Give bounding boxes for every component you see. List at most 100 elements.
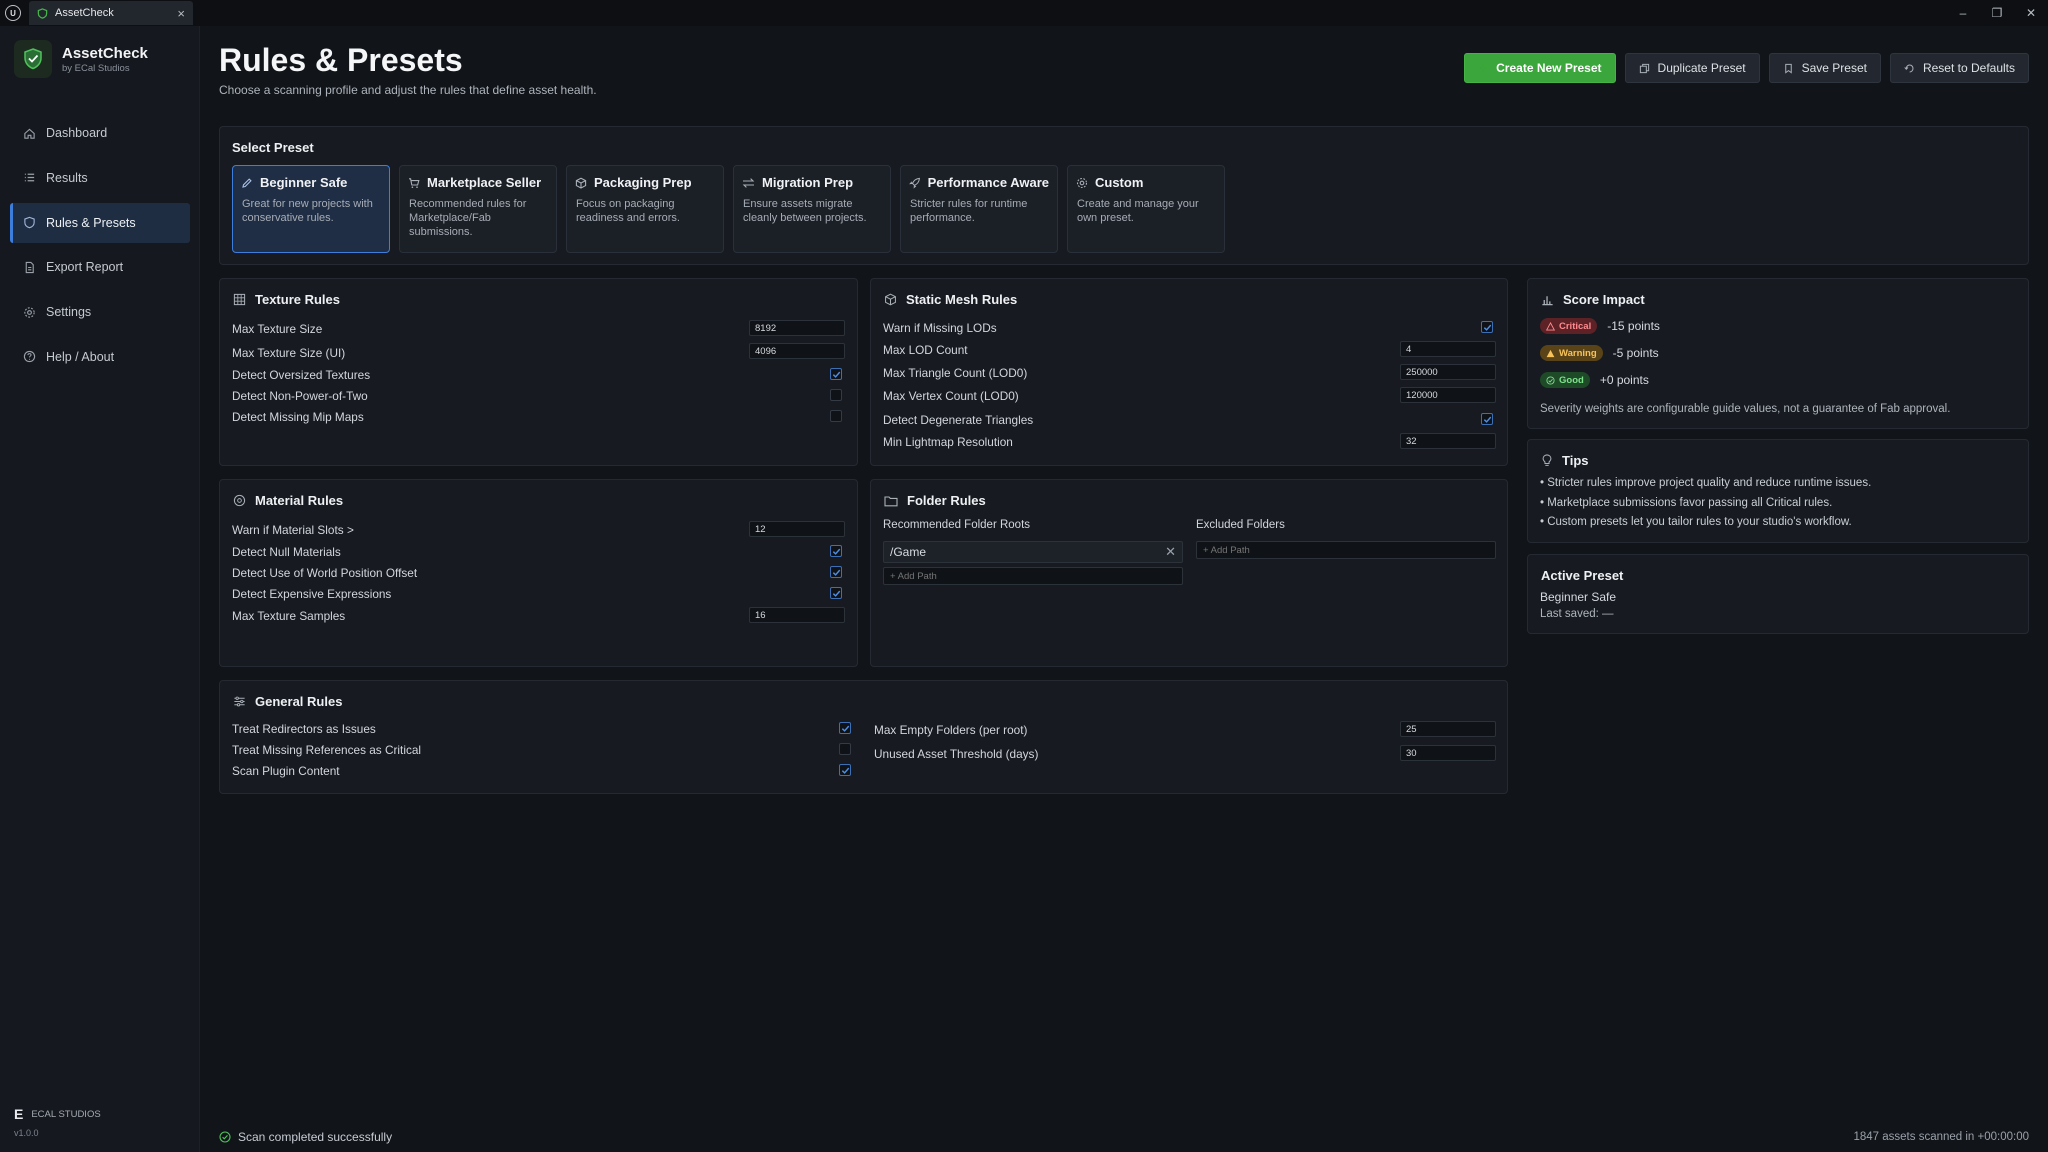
sidebar-footer: E ECAL STUDIOS v1.0.0 (14, 1106, 101, 1138)
sidebar-item-label: Rules & Presets (46, 215, 136, 230)
remove-path-icon[interactable]: ✕ (1165, 544, 1176, 560)
warn-material-slots-label: Warn if Material Slots > (232, 523, 354, 537)
sidebar-item-help-about[interactable]: Help / About (10, 337, 190, 377)
page-subtitle: Choose a scanning profile and adjust the… (219, 83, 597, 97)
tip-item: • Custom presets let you tailor rules to… (1540, 516, 1852, 528)
maximize-icon[interactable]: ❐ (1980, 0, 2014, 26)
max-lod-count-input[interactable] (1400, 341, 1496, 357)
sidebar-item-export-report[interactable]: Export Report (10, 247, 190, 287)
app-byline: by ECal Studios (62, 62, 130, 74)
save-preset-button[interactable]: Save Preset (1768, 53, 1881, 83)
max-vertex-count-label: Max Vertex Count (LOD0) (883, 389, 1019, 403)
texture-rules-title: Texture Rules (255, 292, 341, 307)
unused-asset-threshold-input[interactable] (1400, 745, 1496, 761)
score-row-critical: Critical -15 points (1540, 318, 1660, 334)
warn-material-slots-input[interactable] (749, 521, 845, 537)
checkmark-icon (841, 725, 849, 732)
create-new-preset-button[interactable]: Create New Preset (1464, 53, 1616, 83)
recommended-roots-label: Recommended Folder Roots (883, 519, 1031, 531)
general-rules-title: General Rules (255, 694, 343, 709)
lightbulb-icon (1542, 454, 1552, 466)
warn-missing-lods-checkbox[interactable] (1481, 321, 1493, 333)
preset-name: Performance Aware (927, 175, 1049, 190)
critical-badge: Critical (1540, 318, 1598, 334)
checkmark-icon (1483, 416, 1491, 423)
detect-expensive-checkbox[interactable] (830, 587, 842, 599)
main-content: Rules & Presets Choose a scanning profil… (219, 26, 2029, 1152)
preset-description: Great for new projects with conservative… (242, 198, 373, 224)
swap-arrows-icon (742, 177, 755, 188)
max-vertex-count-input[interactable] (1400, 387, 1496, 403)
duplicate-preset-button[interactable]: Duplicate Preset (1624, 53, 1760, 83)
preset-custom[interactable]: Custom Create and manage your own preset… (1067, 165, 1225, 253)
warning-points: -5 points (1612, 346, 1659, 360)
detect-degenerate-label: Detect Degenerate Triangles (883, 413, 1034, 427)
preset-packaging-prep[interactable]: Packaging Prep Focus on packaging readin… (566, 165, 724, 253)
tip-item: • Stricter rules improve project quality… (1540, 477, 1872, 489)
app-version: v1.0.0 (14, 1128, 39, 1138)
preset-marketplace-seller[interactable]: Marketplace Seller Recommended rules for… (399, 165, 557, 253)
reset-icon (1904, 64, 1914, 72)
max-texture-samples-input[interactable] (749, 607, 845, 623)
window-titlebar: U AssetCheck × – ❐ ✕ (0, 0, 2048, 26)
sidebar-item-results[interactable]: Results (10, 158, 190, 198)
general-rules-panel: General Rules Treat Redirectors as Issue… (219, 680, 1508, 794)
max-triangle-count-label: Max Triangle Count (LOD0) (883, 366, 1028, 380)
max-texture-size-ui-input[interactable] (749, 343, 845, 359)
warning-badge: Warning (1540, 345, 1603, 361)
tab-close-icon[interactable]: × (177, 6, 185, 21)
warning-triangle-icon (1546, 349, 1555, 357)
excluded-folders-label: Excluded Folders (1196, 519, 1285, 531)
folder-rules-panel: Folder Rules Recommended Folder Roots Ex… (870, 479, 1508, 667)
score-row-warning: Warning -5 points (1540, 345, 1659, 361)
detect-npot-checkbox[interactable] (830, 389, 842, 401)
sidebar: AssetCheck by ECal Studios Dashboard Res… (0, 26, 200, 1152)
max-texture-size-input[interactable] (749, 320, 845, 336)
max-empty-folders-input[interactable] (1400, 721, 1496, 737)
preset-beginner-safe[interactable]: Beginner Safe Great for new projects wit… (232, 165, 390, 253)
scan-plugin-content-checkbox[interactable] (839, 764, 851, 776)
list-icon (24, 173, 35, 182)
sidebar-item-settings[interactable]: Settings (10, 292, 190, 332)
minimize-icon[interactable]: – (1946, 0, 1980, 26)
sidebar-item-label: Help / About (46, 349, 115, 364)
max-triangle-count-input[interactable] (1400, 364, 1496, 380)
document-icon (25, 261, 34, 274)
detect-missing-mips-checkbox[interactable] (830, 410, 842, 422)
sidebar-item-rules-presets[interactable]: Rules & Presets (10, 202, 190, 243)
reset-to-defaults-button[interactable]: Reset to Defaults (1889, 53, 2029, 83)
close-icon[interactable]: ✕ (2014, 0, 2048, 26)
bookmark-icon (1784, 63, 1792, 74)
folder-root-item[interactable]: /Game ✕ (883, 541, 1183, 563)
rocket-icon (909, 177, 920, 189)
scan-plugin-content-label: Scan Plugin Content (232, 764, 340, 778)
treat-redirectors-checkbox[interactable] (839, 722, 851, 734)
detect-null-materials-checkbox[interactable] (830, 545, 842, 557)
window-tab[interactable]: AssetCheck × (29, 1, 193, 25)
preset-name: Marketplace Seller (427, 175, 542, 190)
treat-missing-refs-checkbox[interactable] (839, 743, 851, 755)
app-name: AssetCheck (62, 44, 148, 62)
critical-points: -15 points (1607, 319, 1660, 333)
max-lod-count-label: Max LOD Count (883, 343, 968, 357)
shield-icon (37, 7, 48, 19)
treat-missing-refs-label: Treat Missing References as Critical (232, 743, 422, 757)
pencil-icon (242, 177, 252, 188)
gear-icon (24, 306, 35, 318)
preset-description: Create and manage your own preset. (1077, 198, 1199, 224)
checkmark-icon (832, 590, 840, 597)
add-root-path-input[interactable] (883, 567, 1183, 585)
badge-label: Warning (1559, 347, 1597, 359)
preset-performance-aware[interactable]: Performance Aware Stricter rules for run… (900, 165, 1058, 253)
detect-wpo-checkbox[interactable] (830, 566, 842, 578)
detect-degenerate-checkbox[interactable] (1481, 413, 1493, 425)
detect-oversized-checkbox[interactable] (830, 368, 842, 380)
sidebar-item-dashboard[interactable]: Dashboard (10, 113, 190, 153)
tip-item: • Marketplace submissions favor passing … (1540, 497, 1833, 509)
max-texture-size-label: Max Texture Size (232, 322, 323, 336)
treat-redirectors-label: Treat Redirectors as Issues (232, 722, 376, 736)
preset-migration-prep[interactable]: Migration Prep Ensure assets migrate cle… (733, 165, 891, 253)
min-lightmap-input[interactable] (1400, 433, 1496, 449)
max-texture-size-ui-label: Max Texture Size (UI) (232, 346, 346, 360)
add-excluded-path-input[interactable] (1196, 541, 1496, 559)
